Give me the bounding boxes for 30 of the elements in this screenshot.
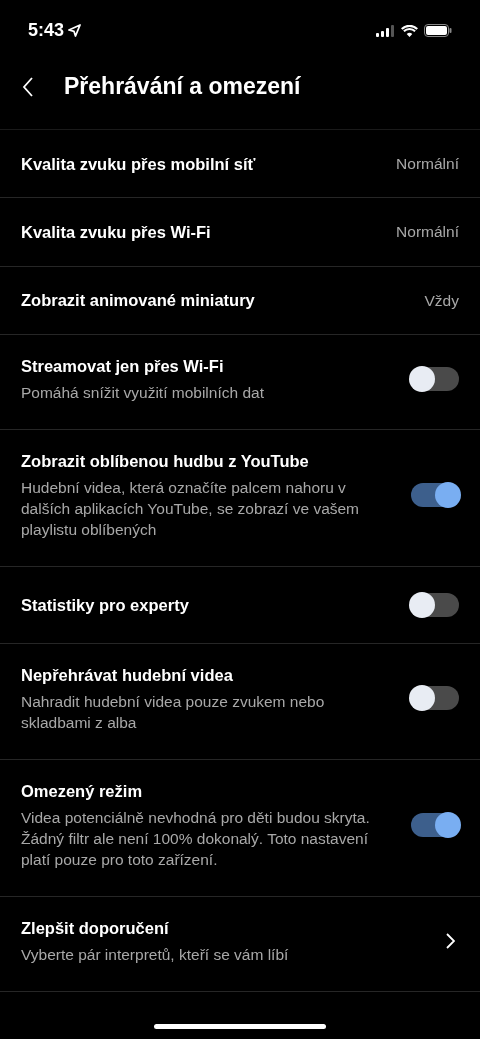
page-title: Přehrávání a omezení [64, 72, 301, 102]
status-time: 5:43 [28, 19, 65, 42]
toggle-switch[interactable] [411, 366, 459, 391]
setting-title: Nepřehrávat hudební videa [21, 664, 234, 686]
setting-description: Videa potenciálně nevhodná pro děti budou skryta. Žádný filtr ale není 100% dokonalý. Toto nastavení platí pouze pro toto zařízení. [21, 807, 371, 870]
setting-value[interactable]: Vždy [424, 288, 459, 312]
setting-value[interactable]: Normální [396, 152, 459, 176]
back-icon[interactable] [22, 76, 34, 97]
toggle-switch[interactable] [411, 812, 459, 837]
setting-description: Nahradit hudební videa pouze zvukem nebo skladbami z alba [21, 691, 326, 733]
wifi-icon [401, 24, 418, 37]
toggle-switch[interactable] [411, 482, 459, 507]
setting-title: Streamovat jen přes Wi-Fi [21, 355, 225, 377]
setting-title: Statistiky pro experty [21, 594, 190, 616]
setting-title: Zobrazit animované miniatury [21, 290, 256, 312]
setting-title: Zlepšit doporučení [21, 917, 170, 939]
setting-title: Kvalita zvuku přes mobilní síť [21, 153, 257, 175]
setting-title: Omezený režim [21, 780, 144, 802]
setting-description: Pomáhá snížit využití mobilních dat [21, 382, 265, 403]
setting-description: Vyberte pár interpretů, kteří se vám líbí [21, 944, 290, 965]
toggle-switch[interactable] [411, 592, 459, 617]
setting-title: Zobrazit oblíbenou hudbu z YouTube [21, 450, 310, 472]
setting-title: Kvalita zvuku přes Wi-Fi [21, 221, 212, 243]
battery-icon [424, 24, 452, 37]
setting-value[interactable]: Normální [396, 220, 459, 244]
signal-icon [376, 24, 395, 37]
location-arrow-icon [68, 24, 82, 37]
chevron-right-icon[interactable] [445, 932, 455, 949]
toggle-switch[interactable] [411, 686, 459, 711]
setting-description: Hudební videa, která označíte palcem nahoru v dalších aplikacích YouTube, se zobrazí ve vašem playlistu oblíbených [21, 477, 361, 540]
